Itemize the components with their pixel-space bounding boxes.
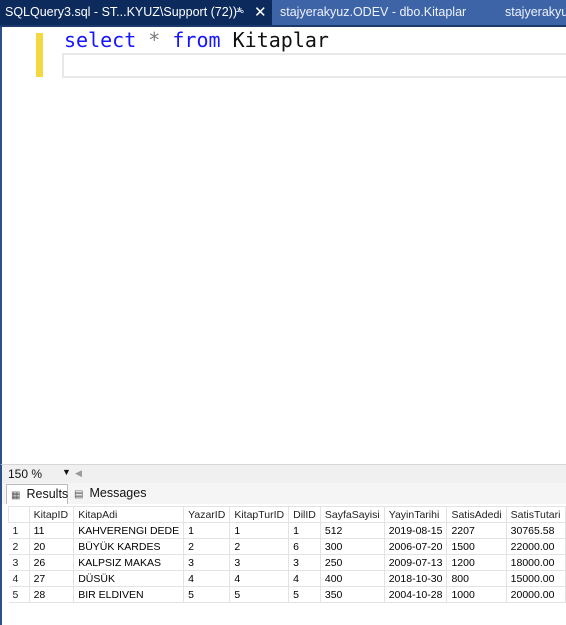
change-marker bbox=[36, 33, 43, 77]
grid-cell[interactable]: 2018-10-30 bbox=[383, 570, 448, 587]
grid-cell[interactable]: 2019-08-15 bbox=[383, 522, 448, 539]
query-editor[interactable]: select * from Kitaplar bbox=[0, 27, 566, 464]
grid-cell[interactable]: 2009-07-13 bbox=[383, 554, 448, 571]
results-grid-area: KitapID KitapAdi YazarID KitapTurID DilI… bbox=[0, 504, 566, 625]
grid-header-cell[interactable]: SatisAdedi bbox=[446, 506, 507, 523]
messages-icon: ▤ bbox=[74, 489, 84, 500]
grid-header-cell[interactable]: YazarID bbox=[183, 506, 231, 523]
scroll-left-icon[interactable]: ◀ bbox=[75, 468, 82, 479]
grid-cell[interactable]: 5 bbox=[183, 586, 231, 603]
grid-header-cell[interactable]: SatisTutari bbox=[505, 506, 566, 523]
grid-cell[interactable]: 11 bbox=[28, 522, 75, 539]
grid-cell[interactable]: 800 bbox=[446, 570, 507, 587]
grid-cell[interactable]: 27 bbox=[28, 570, 75, 587]
grid-icon: ▦ bbox=[11, 490, 21, 501]
tab-messages-label: Messages bbox=[89, 486, 147, 500]
grid-header-cell[interactable]: KitapTurID bbox=[229, 506, 290, 523]
grid-cell[interactable]: 2207 bbox=[446, 522, 507, 539]
grid-cell[interactable]: 20000.00 bbox=[505, 586, 566, 603]
grid-cell[interactable]: BÜYÜK KARDES bbox=[73, 538, 185, 555]
grid-cell[interactable]: 2 bbox=[183, 538, 231, 555]
tab-kitaplar-table[interactable]: stajyerakyuz.ODEV - dbo.Kitaplar bbox=[280, 0, 466, 25]
tab-third[interactable]: stajyerakyuz bbox=[505, 0, 566, 25]
chevron-down-icon[interactable]: ▼ bbox=[62, 467, 71, 477]
table-identifier: Kitaplar bbox=[232, 28, 329, 52]
grid-cell[interactable]: 1 bbox=[183, 522, 231, 539]
keyword-select: select bbox=[64, 28, 137, 52]
tab-messages[interactable]: ▤ Messages bbox=[70, 484, 150, 504]
row-number[interactable]: 2 bbox=[8, 538, 30, 555]
row-number[interactable]: 3 bbox=[8, 554, 30, 571]
table-row[interactable]: 4 27 DÜSÜK 4 4 4 400 2018-10-30 800 1500… bbox=[8, 570, 566, 587]
close-icon[interactable]: ✕ bbox=[254, 0, 267, 25]
grid-cell[interactable]: 300 bbox=[319, 538, 385, 555]
grid-cell[interactable]: 15000.00 bbox=[505, 570, 566, 587]
grid-cell[interactable]: 3 bbox=[229, 554, 290, 571]
grid-cell[interactable]: 512 bbox=[319, 522, 385, 539]
row-number[interactable]: 4 bbox=[8, 570, 30, 587]
grid-cell[interactable]: KAHVERENGI DEDE bbox=[73, 522, 185, 539]
current-line-highlight[interactable] bbox=[62, 53, 566, 78]
row-number[interactable]: 5 bbox=[8, 586, 30, 603]
grid-cell[interactable]: 1 bbox=[288, 522, 321, 539]
grid-header-cell[interactable]: KitapID bbox=[28, 506, 75, 523]
zoom-bar: 150 % ▼ ◀ bbox=[0, 464, 566, 483]
tab-sqlquery3-title: SQLQuery3.sql - ST...KYUZ\Support (72))* bbox=[5, 5, 242, 19]
pin-icon[interactable]: ⊸ bbox=[235, 0, 244, 25]
grid-cell[interactable]: 3 bbox=[183, 554, 231, 571]
table-row[interactable]: 2 20 BÜYÜK KARDES 2 2 6 300 2006-07-20 1… bbox=[8, 538, 566, 555]
grid-cell[interactable]: DÜSÜK bbox=[73, 570, 185, 587]
tab-results-label: Results bbox=[26, 487, 69, 501]
grid-cell[interactable]: 350 bbox=[319, 586, 385, 603]
grid-cell[interactable]: 1000 bbox=[446, 586, 507, 603]
grid-cell[interactable]: 26 bbox=[28, 554, 75, 571]
zoom-level[interactable]: 150 % bbox=[8, 467, 42, 481]
grid-cell[interactable]: 1200 bbox=[446, 554, 507, 571]
grid-cell[interactable]: 2006-07-20 bbox=[383, 538, 448, 555]
table-row[interactable]: 1 11 KAHVERENGI DEDE 1 1 1 512 2019-08-1… bbox=[8, 522, 566, 539]
table-row[interactable]: 5 28 BIR ELDIVEN 5 5 5 350 2004-10-28 10… bbox=[8, 586, 566, 603]
grid-cell[interactable]: 1 bbox=[229, 522, 290, 539]
grid-cell[interactable]: 400 bbox=[319, 570, 385, 587]
grid-cell[interactable]: 20 bbox=[28, 538, 75, 555]
grid-cell[interactable]: 250 bbox=[319, 554, 385, 571]
results-grid[interactable]: KitapID KitapAdi YazarID KitapTurID DilI… bbox=[8, 506, 566, 603]
table-row[interactable]: 3 26 KALPSIZ MAKAS 3 3 3 250 2009-07-13 … bbox=[8, 554, 566, 571]
grid-cell[interactable]: 1500 bbox=[446, 538, 507, 555]
grid-cell[interactable]: 18000.00 bbox=[505, 554, 566, 571]
grid-header-cell[interactable]: SayfaSayisi bbox=[319, 506, 385, 523]
grid-header-cell[interactable]: YayinTarihi bbox=[383, 506, 448, 523]
grid-cell[interactable]: BIR ELDIVEN bbox=[73, 586, 185, 603]
grid-header-cell[interactable]: KitapAdi bbox=[73, 506, 185, 523]
grid-cell[interactable]: 5 bbox=[288, 586, 321, 603]
grid-header-row: KitapID KitapAdi YazarID KitapTurID DilI… bbox=[8, 506, 566, 523]
row-number[interactable]: 1 bbox=[8, 522, 30, 539]
grid-cell[interactable]: 4 bbox=[229, 570, 290, 587]
grid-cell[interactable]: 2004-10-28 bbox=[383, 586, 448, 603]
tab-sqlquery3[interactable]: SQLQuery3.sql - ST...KYUZ\Support (72))*… bbox=[0, 0, 272, 25]
grid-cell[interactable]: 5 bbox=[229, 586, 290, 603]
grid-cell[interactable]: 30765.58 bbox=[505, 522, 566, 539]
grid-header-cell[interactable] bbox=[8, 506, 30, 523]
grid-cell[interactable]: 2 bbox=[229, 538, 290, 555]
grid-cell[interactable]: KALPSIZ MAKAS bbox=[73, 554, 185, 571]
grid-cell[interactable]: 4 bbox=[288, 570, 321, 587]
results-tab-strip: ▦ Results ▤ Messages bbox=[0, 483, 566, 504]
star-operator: * bbox=[148, 28, 161, 52]
grid-cell[interactable]: 4 bbox=[183, 570, 231, 587]
tab-results[interactable]: ▦ Results bbox=[6, 484, 68, 504]
code-line-1[interactable]: select * from Kitaplar bbox=[64, 28, 329, 52]
grid-header-cell[interactable]: DilID bbox=[288, 506, 321, 523]
document-tab-strip: SQLQuery3.sql - ST...KYUZ\Support (72))*… bbox=[0, 0, 566, 27]
keyword-from: from bbox=[172, 28, 221, 52]
grid-cell[interactable]: 22000.00 bbox=[505, 538, 566, 555]
grid-cell[interactable]: 28 bbox=[28, 586, 75, 603]
grid-cell[interactable]: 6 bbox=[288, 538, 321, 555]
grid-cell[interactable]: 3 bbox=[288, 554, 321, 571]
